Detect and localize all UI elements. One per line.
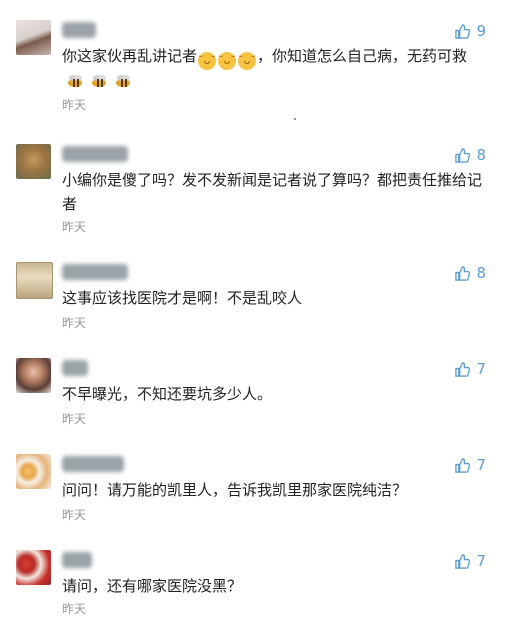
comment-text: 不早曝光，不知还要坑多少人。 [62, 385, 273, 403]
avatar[interactable] [16, 550, 51, 585]
username-blurred[interactable] [62, 22, 96, 38]
bee-emoji-icon [68, 75, 82, 87]
avatar[interactable] [16, 358, 51, 393]
thumbs-up-icon [455, 553, 471, 569]
tongue-emoji-icon: ˘ᴗ˘ [238, 52, 257, 70]
username-blurred[interactable] [62, 264, 128, 280]
like-count: 8 [476, 264, 486, 282]
bee-emoji-icon [116, 75, 130, 87]
comment-list: 9 你这家伙再乱讲记者˘ᴗ˘ ˘ᴗ˘ ˘ᴗ˘，你知道怎么自己病，无药可救 昨天 8 … [0, 0, 512, 623]
bee-emoji-icon [92, 75, 106, 87]
thumbs-up-icon [455, 265, 471, 281]
thumbs-up-icon [455, 361, 471, 377]
stray-dot [294, 118, 296, 120]
comment-time: 昨天 [62, 508, 87, 522]
username-blurred[interactable] [62, 552, 92, 568]
comment-text: 这事应该找医院才是啊！不是乱咬人 [62, 289, 303, 307]
avatar[interactable] [16, 144, 51, 179]
like-count: 9 [476, 22, 486, 40]
like-button[interactable]: 7 [455, 360, 486, 378]
like-button[interactable]: 8 [455, 146, 486, 164]
thumbs-up-icon [455, 457, 471, 473]
comment-text: 小编你是傻了吗？发不发新闻是记者说了算吗？都把责任推给记者 [62, 171, 483, 213]
like-button[interactable]: 9 [455, 22, 486, 40]
comment-text: 请问，还有哪家医院没黑？ [62, 577, 243, 595]
avatar[interactable] [16, 20, 51, 55]
comment-time: 昨天 [62, 412, 87, 426]
like-count: 7 [476, 456, 486, 474]
username-blurred[interactable] [62, 146, 128, 162]
tongue-emoji-icon: ˘ᴗ˘ [218, 52, 237, 70]
like-button[interactable]: 7 [455, 456, 486, 474]
comment-time: 昨天 [62, 98, 87, 112]
like-count: 7 [476, 360, 486, 378]
comment-time: 昨天 [62, 602, 87, 616]
comment-text: 你这家伙再乱讲记者˘ᴗ˘ ˘ᴗ˘ ˘ᴗ˘，你知道怎么自己病，无药可救 [62, 44, 482, 94]
like-count: 8 [476, 146, 486, 164]
comment-time: 昨天 [62, 220, 87, 234]
comment-time: 昨天 [62, 316, 87, 330]
thumbs-up-icon [455, 23, 471, 39]
username-blurred[interactable] [62, 360, 88, 376]
like-button[interactable]: 7 [455, 552, 486, 570]
tongue-emoji-icon: ˘ᴗ˘ [198, 52, 217, 70]
avatar[interactable] [16, 262, 53, 299]
like-count: 7 [476, 552, 486, 570]
thumbs-up-icon [455, 147, 471, 163]
username-blurred[interactable] [62, 456, 124, 472]
like-button[interactable]: 8 [455, 264, 486, 282]
comment-text: 问问！请万能的凯里人，告诉我凯里那家医院纯洁？ [62, 481, 408, 499]
avatar[interactable] [16, 454, 51, 489]
